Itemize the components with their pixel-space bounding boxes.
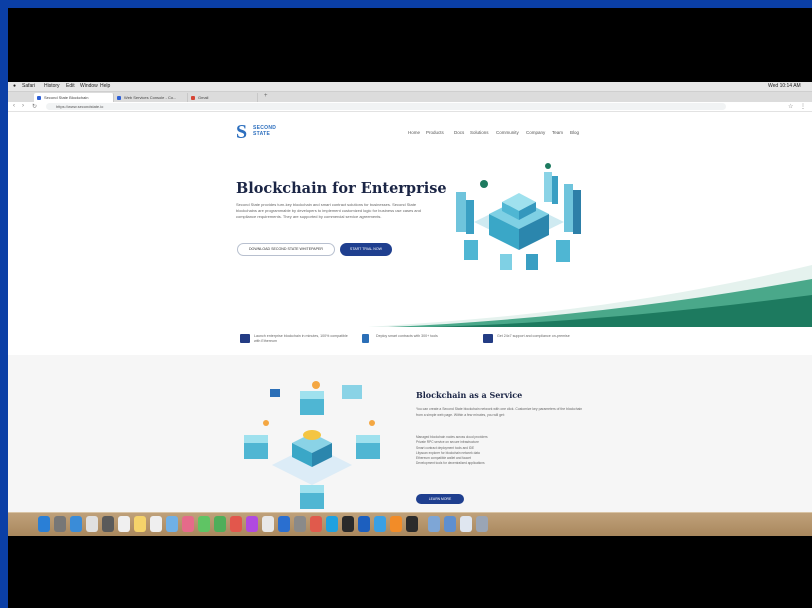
reminders-icon[interactable] (150, 516, 162, 532)
mac-menubar: ● Safari History Edit Window Help Wed 10… (8, 82, 812, 92)
server-icon (240, 334, 250, 343)
downloads-icon[interactable] (444, 516, 456, 532)
terminal-icon[interactable] (342, 516, 354, 532)
maps-icon[interactable] (166, 516, 178, 532)
nav-item-solutions[interactable]: Solutions (470, 130, 489, 135)
menu-item-help[interactable]: Help (100, 83, 110, 89)
finder-icon[interactable] (38, 516, 50, 532)
logo-s-icon: S (236, 121, 248, 143)
mac-dock (8, 512, 812, 536)
mac-screen: ● Safari History Edit Window Help Wed 10… (8, 82, 812, 536)
notes-icon[interactable] (134, 516, 146, 532)
baas-description: You can create a Second State blockchain… (416, 407, 583, 417)
menu-item-history[interactable]: History (44, 83, 60, 89)
browser-tabstrip: Second State Blockchain Web Services Con… (8, 92, 812, 102)
list-item: Development tools for decentralized appl… (416, 461, 485, 466)
logo-line2: STATE (253, 131, 271, 137)
folder-icon[interactable] (428, 516, 440, 532)
site-nav: Home Products Docs Solutions Community C… (408, 130, 598, 138)
new-tab-button[interactable]: + (264, 93, 268, 99)
app-icon[interactable] (406, 516, 418, 532)
reload-icon[interactable]: ↻ (32, 103, 37, 110)
hero-description: Second State provides turn-key blockchai… (236, 202, 421, 220)
network-nodes-icon (244, 381, 380, 509)
apple-icon[interactable]: ● (13, 83, 16, 89)
tab-label: Second State Blockchain (44, 95, 89, 100)
nav-item-home[interactable]: Home (408, 130, 420, 135)
menu-item-safari[interactable]: Safari (22, 83, 35, 89)
browser-tab-gmail[interactable]: Gmail (188, 93, 258, 102)
system-preferences-icon[interactable] (294, 516, 306, 532)
baas-section: Blockchain as a Service You can create a… (8, 355, 812, 512)
documents-icon[interactable] (460, 516, 472, 532)
nav-item-docs[interactable]: Docs (454, 130, 464, 135)
nav-item-products[interactable]: Products (426, 130, 444, 135)
menu-item-edit[interactable]: Edit (66, 83, 75, 89)
feature-item-deploy: Deploy smart contracts with 300+ tools (362, 334, 456, 343)
baas-feature-list: Managed blockchain nodes across cloud pr… (416, 435, 586, 467)
back-arrow-icon[interactable]: ‹ (13, 103, 15, 109)
address-bar: ‹ › ↻ https://www.secondstate.io ☆ ⋮ (8, 102, 812, 112)
feature-text: Launch enterprise blockchain in minutes,… (254, 334, 348, 343)
logo-text: SECOND STATE (253, 125, 276, 137)
skype-icon[interactable] (326, 516, 338, 532)
feature-strip: Launch enterprise blockchain in minutes,… (8, 326, 812, 356)
mail-icon[interactable] (86, 516, 98, 532)
photos-icon[interactable] (182, 516, 194, 532)
city-blocks-icon (456, 163, 581, 270)
hero-wave-decoration (368, 265, 812, 327)
messages-icon[interactable] (198, 516, 210, 532)
start-trial-button[interactable]: START TRIAL NOW (340, 243, 392, 256)
bank-icon (483, 334, 493, 343)
calendar-icon[interactable] (118, 516, 130, 532)
nav-item-team[interactable]: Team (552, 130, 563, 135)
trash-icon[interactable] (476, 516, 488, 532)
feature-text: Deploy smart contracts with 300+ tools (376, 334, 438, 338)
nav-item-company[interactable]: Company (526, 130, 545, 135)
facetime-icon[interactable] (214, 516, 226, 532)
site-logo[interactable]: S SECOND STATE (236, 122, 288, 144)
download-whitepaper-button[interactable]: DOWNLOAD SECOND STATE WHITEPAPER (237, 243, 335, 256)
vscode-icon[interactable] (358, 516, 370, 532)
chrome-icon[interactable] (310, 516, 322, 532)
favicon-icon (191, 96, 195, 100)
forward-arrow-icon[interactable]: › (22, 103, 24, 109)
star-icon[interactable]: ☆ (788, 103, 793, 110)
menubar-clock: Wed 10:14 AM (768, 83, 801, 89)
video-frame: ● Safari History Edit Window Help Wed 10… (8, 8, 812, 608)
tools-icon (362, 334, 369, 343)
favicon-icon (37, 96, 41, 100)
app-store-icon[interactable] (278, 516, 290, 532)
hero-title: Blockchain for Enterprise (236, 180, 447, 197)
menu-item-window[interactable]: Window (80, 83, 98, 89)
menu-kebab-icon[interactable]: ⋮ (800, 103, 806, 110)
launchpad-icon[interactable] (54, 516, 66, 532)
firefox-icon[interactable] (390, 516, 402, 532)
learn-more-button[interactable]: LEARN MORE (416, 494, 464, 504)
safari-icon[interactable] (70, 516, 82, 532)
webpage: S SECOND STATE Home Products Docs Soluti… (8, 112, 812, 512)
url-field[interactable]: https://www.secondstate.io (46, 103, 726, 110)
baas-title: Blockchain as a Service (416, 390, 523, 400)
feature-item-support: Get 24x7 support and compliance on-premi… (483, 334, 592, 343)
podcasts-icon[interactable] (246, 516, 258, 532)
tab-label: Web Services Console - Co... (124, 95, 177, 100)
music-icon[interactable] (230, 516, 242, 532)
preview-icon[interactable] (262, 516, 274, 532)
feature-text: Get 24x7 support and compliance on-premi… (497, 334, 570, 338)
telegram-icon[interactable] (374, 516, 386, 532)
favicon-icon (117, 96, 121, 100)
browser-tab-console[interactable]: Web Services Console - Co... (114, 93, 188, 102)
tab-label: Gmail (198, 95, 209, 100)
baas-network-illustration (244, 381, 380, 509)
browser-tab-secondstate[interactable]: Second State Blockchain (34, 93, 114, 102)
feature-item-launch: Launch enterprise blockchain in minutes,… (240, 334, 354, 344)
contacts-icon[interactable] (102, 516, 114, 532)
nav-item-community[interactable]: Community (496, 130, 519, 135)
nav-item-blog[interactable]: Blog (570, 130, 579, 135)
